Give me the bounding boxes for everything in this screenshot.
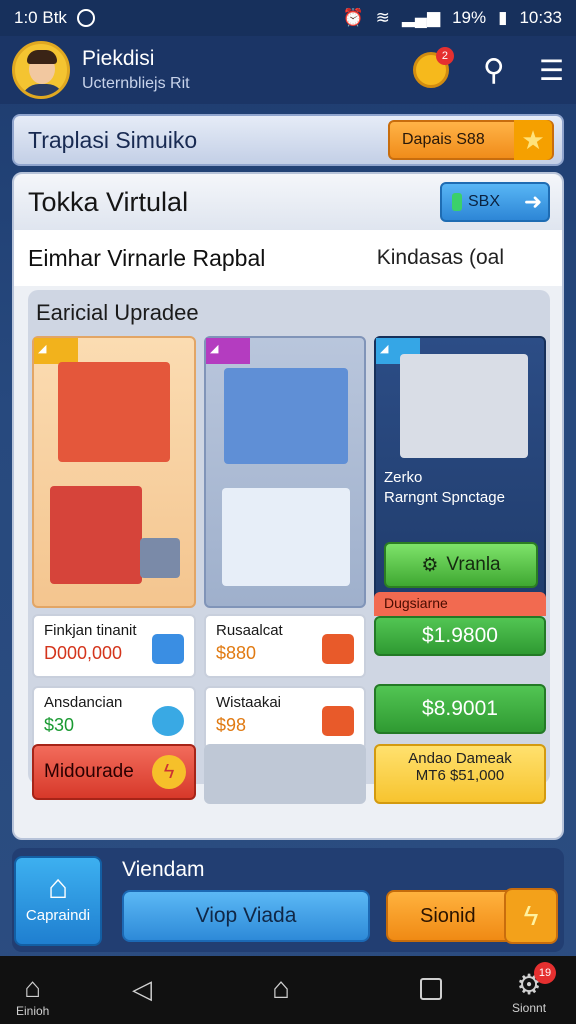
home-icon: ⌂ bbox=[24, 972, 42, 1003]
info-box-4[interactable]: Wistaakai $98 bbox=[204, 686, 366, 750]
tag-icon: ◢ bbox=[206, 338, 250, 364]
store-panel: Tokka Virtulal SBX ➜ Eimhar Virnarle Rap… bbox=[12, 172, 564, 840]
home-shop-label: Capraindi bbox=[25, 907, 91, 924]
user-subtitle: Ucternbliejs Rit bbox=[82, 75, 190, 92]
battery-icon: ▮ bbox=[498, 8, 508, 27]
sionid-label: Sionid bbox=[420, 904, 476, 927]
avatar[interactable] bbox=[12, 41, 70, 99]
card3-title: Zerko bbox=[384, 469, 423, 486]
store-building-icon bbox=[224, 368, 348, 464]
price-button-2[interactable]: $8.9001 bbox=[374, 684, 546, 734]
nav-home-button[interactable]: ⌂ Einioh bbox=[16, 972, 49, 1018]
market-stall-icon bbox=[58, 362, 170, 462]
star-icon: ★ bbox=[514, 120, 552, 160]
panel-title: Tokka Virtulal bbox=[28, 186, 189, 217]
bolt-icon: ϟ bbox=[504, 888, 558, 944]
cube-icon bbox=[152, 634, 184, 664]
battery-pill-icon bbox=[452, 193, 462, 211]
deposit-label: Dapais S88 bbox=[402, 131, 485, 148]
shop-counter-icon bbox=[222, 488, 350, 586]
home-shop-button[interactable]: ⌂ Capraindi bbox=[14, 856, 102, 946]
info-box-1[interactable]: Finkjan tinanit D000,000 bbox=[32, 614, 196, 678]
shop-icon bbox=[50, 486, 142, 584]
lightning-icon: ϟ bbox=[152, 755, 186, 789]
nav-home-label: Einioh bbox=[16, 1004, 50, 1018]
nav-bar: ⌂ Einioh ◁ ⌂ ⚙ Sionnt 19 bbox=[0, 956, 576, 1024]
card3-subtitle: Rarngnt Spnctage bbox=[384, 489, 505, 506]
yellow-line-2: MT6 $51,000 bbox=[415, 767, 505, 784]
back-icon[interactable]: ◁ bbox=[132, 974, 152, 1005]
vranla-label: Vranla bbox=[446, 554, 501, 575]
bottom-panel: ⌂ Capraindi Viendam Viop Viada Sionid ϟ bbox=[12, 848, 564, 952]
coin-icon[interactable]: 2 bbox=[412, 47, 454, 88]
price-button-1[interactable]: $1.9800 bbox=[374, 616, 546, 656]
modourade-button[interactable]: Midourade ϟ bbox=[32, 744, 196, 800]
sbx-label: SBX bbox=[468, 193, 501, 210]
yellow-info-box[interactable]: Andao Dameak MT6 $51,000 bbox=[374, 744, 546, 804]
status-left-text: 1:0 Btk bbox=[14, 8, 67, 27]
subhead-right: Kindasas (oal bbox=[376, 246, 504, 269]
viop-label: Viop Viada bbox=[195, 904, 297, 927]
upgrades-section: Earicial Upradee ◢ ◢ ◢ Zerko Rarngnt Spn… bbox=[28, 290, 550, 804]
bag-icon bbox=[322, 706, 354, 736]
deposit-button[interactable]: Dapais S88 ★ bbox=[388, 120, 554, 160]
upgrade-card-warehouse[interactable]: ◢ Zerko Rarngnt Spnctage ⚙ Vranla bbox=[374, 336, 546, 608]
status-bar: 1:0 Btk ⏰ ≋ ▂▄▆ 19% ▮ 10:33 bbox=[0, 0, 576, 36]
menu-icon[interactable]: ☰ bbox=[539, 54, 564, 87]
swirl-icon bbox=[152, 706, 184, 736]
sbx-button[interactable]: SBX ➜ bbox=[440, 182, 550, 222]
price-1-label: $1.9800 bbox=[422, 624, 498, 647]
vranla-button[interactable]: ⚙ Vranla bbox=[384, 542, 538, 588]
app-header: Piekdisi Ucternbliejs Rit 2 ⚲ ☰ bbox=[0, 36, 576, 104]
yellow-line-1: Andao Dameak bbox=[408, 750, 512, 767]
info-box-3[interactable]: Ansdancian $30 bbox=[32, 686, 196, 750]
page-title: Traplasi Simuiko bbox=[28, 126, 198, 153]
upgrade-card-stall[interactable]: ◢ bbox=[32, 336, 196, 608]
cart-icon bbox=[140, 538, 180, 578]
info-box-2[interactable]: Rusaalcat $880 bbox=[204, 614, 366, 678]
upgrades-label: Earicial Upradee bbox=[36, 300, 199, 325]
notification-badge: 19 bbox=[534, 962, 557, 984]
key-icon[interactable]: ⚲ bbox=[483, 53, 505, 88]
title-bar: Traplasi Simuiko Dapais S88 ★ bbox=[12, 114, 564, 166]
nav-settings-label: Sionnt bbox=[512, 1001, 547, 1015]
subhead-left: Eimhar Virnarle Rapbal bbox=[28, 244, 266, 271]
wifi-icon: ≋ bbox=[375, 8, 390, 27]
signal-icon: ▂▄▆ bbox=[401, 8, 441, 27]
arrow-right-icon: ➜ bbox=[523, 189, 543, 214]
sionid-button[interactable]: Sionid ϟ bbox=[386, 888, 558, 944]
battery-percent: 19% bbox=[452, 8, 487, 27]
mod-button-label: Midourade bbox=[44, 761, 134, 782]
coin-badge: 2 bbox=[435, 47, 454, 65]
viop-button[interactable]: Viop Viada bbox=[122, 890, 370, 942]
price-2-label: $8.9001 bbox=[422, 697, 498, 720]
orange-header: Dugsiarne bbox=[374, 592, 546, 616]
alarm-icon: ⏰ bbox=[342, 8, 364, 27]
bottom-label: Viendam bbox=[122, 858, 205, 881]
sync-icon bbox=[76, 9, 95, 27]
upgrade-card-mall[interactable]: ◢ bbox=[204, 336, 366, 608]
empty-slot bbox=[204, 744, 366, 804]
house-icon: ⌂ bbox=[47, 868, 69, 906]
tag-icon: ◢ bbox=[34, 338, 78, 364]
warehouse-icon bbox=[400, 354, 528, 458]
user-name: Piekdisi bbox=[82, 47, 155, 70]
gear-icon: ⚙ bbox=[421, 554, 439, 576]
bag-icon bbox=[322, 634, 354, 664]
recents-icon[interactable] bbox=[420, 978, 442, 1000]
nav-settings-button[interactable]: ⚙ Sionnt 19 bbox=[512, 962, 557, 1015]
clock: 10:33 bbox=[519, 8, 562, 27]
home-nav-icon[interactable]: ⌂ bbox=[272, 972, 290, 1006]
